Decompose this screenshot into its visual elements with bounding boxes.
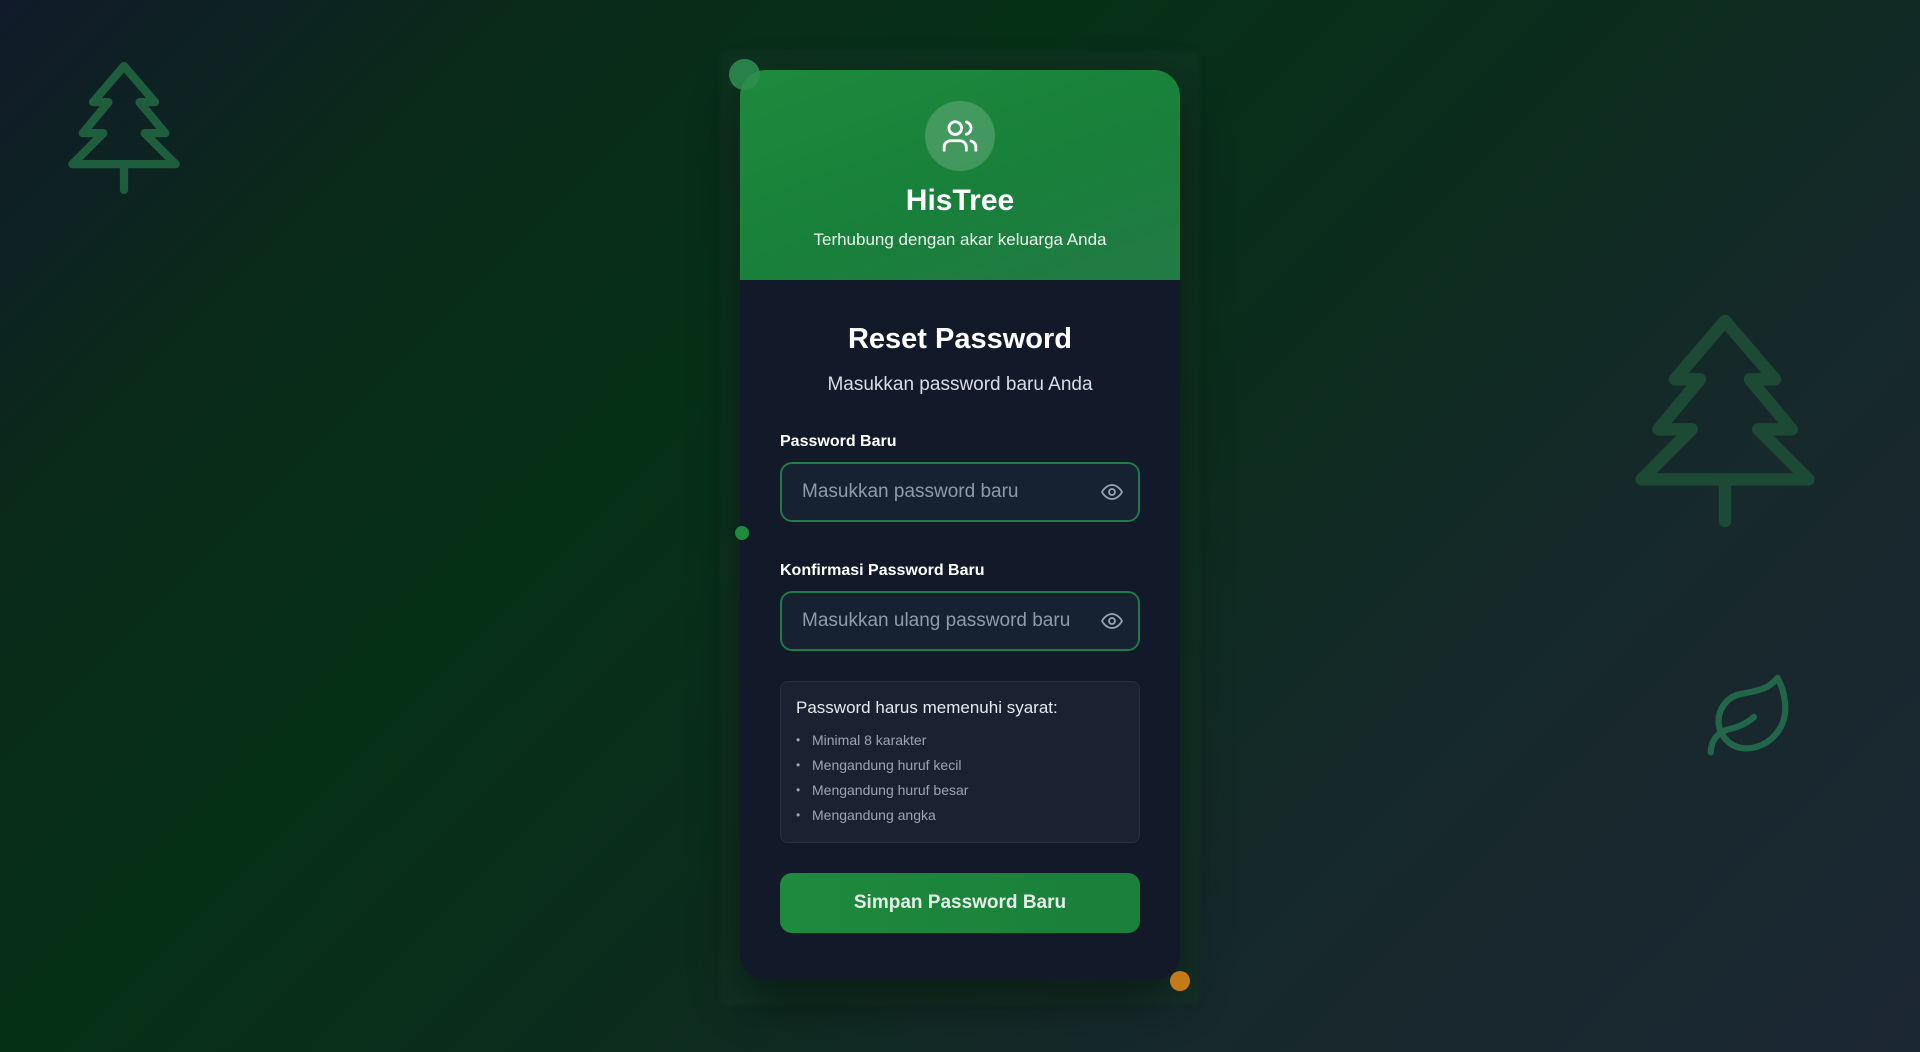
decorative-dot (735, 526, 749, 540)
requirement-item: • Mengandung angka (796, 803, 1124, 828)
toggle-confirm-password-visibility[interactable] (1098, 607, 1126, 635)
requirement-text: Mengandung angka (812, 807, 936, 823)
new-password-label: Password Baru (780, 433, 897, 450)
logo-badge (925, 101, 995, 171)
bullet-icon: • (796, 783, 801, 797)
confirm-password-field-wrapper (780, 591, 1140, 651)
confirm-password-label: Konfirmasi Password Baru (780, 562, 985, 579)
confirm-password-input[interactable] (782, 593, 1102, 649)
requirement-text: Mengandung huruf besar (812, 782, 969, 798)
bullet-icon: • (796, 758, 801, 772)
requirement-text: Mengandung huruf kecil (812, 757, 962, 773)
page-title: Reset Password (847, 323, 1073, 355)
tree-icon (1635, 314, 1815, 528)
toggle-new-password-visibility[interactable] (1098, 478, 1126, 506)
decorative-dot (1170, 971, 1190, 991)
password-requirements-box: Password harus memenuhi syarat: • Minima… (780, 681, 1140, 843)
new-password-field-wrapper (780, 462, 1140, 522)
new-password-input[interactable] (782, 464, 1102, 520)
requirement-item: • Mengandung huruf kecil (796, 753, 1124, 778)
requirement-text: Minimal 8 karakter (812, 732, 927, 748)
leaf-icon (1707, 674, 1789, 756)
requirements-list: • Minimal 8 karakter • Mengandung huruf … (796, 728, 1124, 828)
requirements-title: Password harus memenuhi syarat: (796, 698, 1058, 717)
decorative-dot (729, 59, 760, 90)
eye-icon (1101, 484, 1123, 500)
requirement-item: • Mengandung huruf besar (796, 778, 1124, 803)
requirement-item: • Minimal 8 karakter (796, 728, 1124, 753)
form-body: Reset Password Masukkan password baru An… (740, 323, 1180, 933)
app-name: HisTree (905, 184, 1015, 217)
bullet-icon: • (796, 733, 801, 747)
users-icon (942, 120, 978, 152)
eye-icon (1101, 613, 1123, 629)
card-header: HisTree Terhubung dengan akar keluarga A… (740, 70, 1180, 280)
reset-password-card: HisTree Terhubung dengan akar keluarga A… (740, 70, 1180, 980)
bullet-icon: • (796, 808, 801, 822)
app-tagline: Terhubung dengan akar keluarga Anda (813, 230, 1107, 249)
tree-icon (68, 61, 180, 195)
save-new-password-button[interactable]: Simpan Password Baru (780, 873, 1140, 933)
page-subtitle: Masukkan password baru Anda (827, 374, 1093, 395)
